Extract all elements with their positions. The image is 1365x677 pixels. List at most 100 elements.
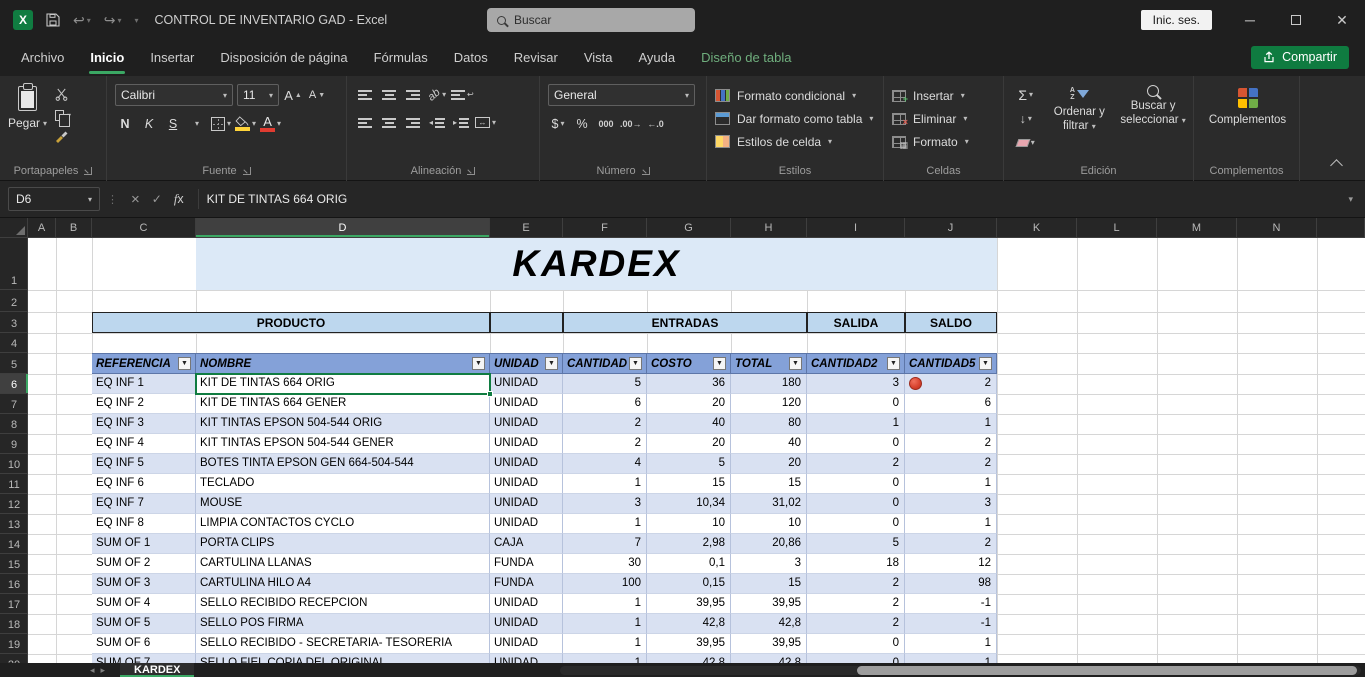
cell-D14[interactable]: PORTA CLIPS: [196, 534, 490, 554]
cell-F12[interactable]: 3: [563, 494, 647, 514]
format-as-table-button[interactable]: Dar formato como tabla▾: [715, 107, 877, 130]
cell-E9[interactable]: UNIDAD: [490, 434, 563, 454]
cell-G7[interactable]: 20: [647, 394, 731, 414]
column-header-D[interactable]: D: [196, 218, 490, 237]
cell-E15[interactable]: FUNDA: [490, 554, 563, 574]
cell-I17[interactable]: 2: [807, 594, 905, 614]
cell-G11[interactable]: 15: [647, 474, 731, 494]
cell-H15[interactable]: 3: [731, 554, 807, 574]
cell-D15[interactable]: CARTULINA LLANAS: [196, 554, 490, 574]
cell-C6[interactable]: EQ INF 1: [92, 374, 196, 394]
filter-button-unidad[interactable]: ▼: [545, 357, 558, 370]
cell-C9[interactable]: EQ INF 4: [92, 434, 196, 454]
cell-G18[interactable]: 42,8: [647, 614, 731, 634]
fill-button[interactable]: ↓▾: [1012, 108, 1039, 129]
cell-I9[interactable]: 0: [807, 434, 905, 454]
cell-J11[interactable]: 1: [905, 474, 997, 494]
cell-F16[interactable]: 100: [563, 574, 647, 594]
cell-G14[interactable]: 2,98: [647, 534, 731, 554]
font-dialog-launcher[interactable]: [243, 167, 251, 175]
column-header-partial[interactable]: [1317, 218, 1365, 237]
filter-button-cantidad[interactable]: ▼: [629, 357, 642, 370]
save-button[interactable]: [46, 13, 60, 27]
increase-decimal-button[interactable]: .00→: [620, 113, 642, 134]
customize-qat-button[interactable]: ▾: [135, 16, 139, 25]
cell-C7[interactable]: EQ INF 2: [92, 394, 196, 414]
align-center-button[interactable]: [379, 112, 399, 133]
tab-inicio[interactable]: Inicio: [77, 40, 137, 76]
cell-F15[interactable]: 30: [563, 554, 647, 574]
cell-F8[interactable]: 2: [563, 414, 647, 434]
column-header-N[interactable]: N: [1237, 218, 1317, 237]
number-format-combo[interactable]: General▾: [548, 84, 695, 106]
cell-F18[interactable]: 1: [563, 614, 647, 634]
italic-button[interactable]: K: [139, 113, 159, 134]
wrap-text-button[interactable]: ↩: [451, 84, 474, 105]
align-middle-button[interactable]: [379, 84, 399, 105]
cell-I12[interactable]: 0: [807, 494, 905, 514]
cell-H10[interactable]: 20: [731, 454, 807, 474]
tab-ayuda[interactable]: Ayuda: [626, 40, 689, 76]
grow-font-button[interactable]: A▲: [283, 85, 303, 106]
row-header-3[interactable]: 3: [0, 312, 28, 333]
cell-D18[interactable]: SELLO POS FIRMA: [196, 614, 490, 634]
sheet-nav-arrows[interactable]: ◂▸: [90, 663, 111, 677]
align-bottom-button[interactable]: [403, 84, 423, 105]
share-button[interactable]: Compartir: [1251, 46, 1349, 69]
filter-button-total[interactable]: ▼: [789, 357, 802, 370]
cell-H8[interactable]: 80: [731, 414, 807, 434]
cell-J10[interactable]: 2: [905, 454, 997, 474]
filter-button-referencia[interactable]: ▼: [178, 357, 191, 370]
cell-C11[interactable]: EQ INF 6: [92, 474, 196, 494]
number-dialog-launcher[interactable]: [642, 167, 650, 175]
cell-I11[interactable]: 0: [807, 474, 905, 494]
cell-F17[interactable]: 1: [563, 594, 647, 614]
column-header-I[interactable]: I: [807, 218, 905, 237]
cell-H12[interactable]: 31,02: [731, 494, 807, 514]
cell-J19[interactable]: 1: [905, 634, 997, 654]
cell-F14[interactable]: 7: [563, 534, 647, 554]
cell-styles-button[interactable]: Estilos de celda▾: [715, 130, 877, 153]
format-cells-button[interactable]: ▦Formato▾: [892, 130, 997, 153]
cell-E12[interactable]: UNIDAD: [490, 494, 563, 514]
cell-I13[interactable]: 0: [807, 514, 905, 534]
tab-diseno-de-tabla[interactable]: Diseño de tabla: [688, 40, 804, 76]
font-color-button[interactable]: A▾: [260, 113, 281, 134]
cell-J8[interactable]: 1: [905, 414, 997, 434]
close-button[interactable]: ✕: [1319, 0, 1365, 40]
comma-format-button[interactable]: 000: [596, 113, 616, 134]
cell-F20[interactable]: 1: [563, 654, 647, 663]
cell-E6[interactable]: UNIDAD: [490, 374, 563, 394]
find-select-button[interactable]: Buscar yseleccionar ▾: [1119, 84, 1187, 158]
shrink-font-button[interactable]: A▼: [307, 85, 327, 106]
cell-F9[interactable]: 2: [563, 434, 647, 454]
cell-J13[interactable]: 1: [905, 514, 997, 534]
cell-D9[interactable]: KIT TINTAS EPSON 504-544 GENER: [196, 434, 490, 454]
cell-H13[interactable]: 10: [731, 514, 807, 534]
row-header-2[interactable]: 2: [0, 290, 28, 312]
row-header-6[interactable]: 6: [0, 374, 28, 394]
formula-bar-expand-icon[interactable]: ▾: [1348, 194, 1353, 205]
row-header-15[interactable]: 15: [0, 554, 28, 574]
cell-I10[interactable]: 2: [807, 454, 905, 474]
enter-icon[interactable]: ✓: [152, 192, 162, 206]
row-header-13[interactable]: 13: [0, 514, 28, 534]
cell-G13[interactable]: 10: [647, 514, 731, 534]
cell-G17[interactable]: 39,95: [647, 594, 731, 614]
cell-E11[interactable]: UNIDAD: [490, 474, 563, 494]
minimize-button[interactable]: ─: [1227, 0, 1273, 40]
cancel-icon[interactable]: ×: [131, 191, 140, 208]
cell-C19[interactable]: SUM OF 6: [92, 634, 196, 654]
column-header-G[interactable]: G: [647, 218, 731, 237]
cell-F10[interactable]: 4: [563, 454, 647, 474]
select-all-corner[interactable]: [0, 218, 28, 238]
cell-E18[interactable]: UNIDAD: [490, 614, 563, 634]
column-header-L[interactable]: L: [1077, 218, 1157, 237]
bold-button[interactable]: N: [115, 113, 135, 134]
cell-D20[interactable]: SELLO FIEL COPIA DEL ORIGINAL: [196, 654, 490, 663]
cell-E16[interactable]: FUNDA: [490, 574, 563, 594]
cell-D6[interactable]: KIT DE TINTAS 664 ORIG: [196, 374, 490, 394]
align-right-button[interactable]: [403, 112, 423, 133]
cell-H7[interactable]: 120: [731, 394, 807, 414]
undo-button[interactable]: ↩▾: [73, 12, 91, 29]
